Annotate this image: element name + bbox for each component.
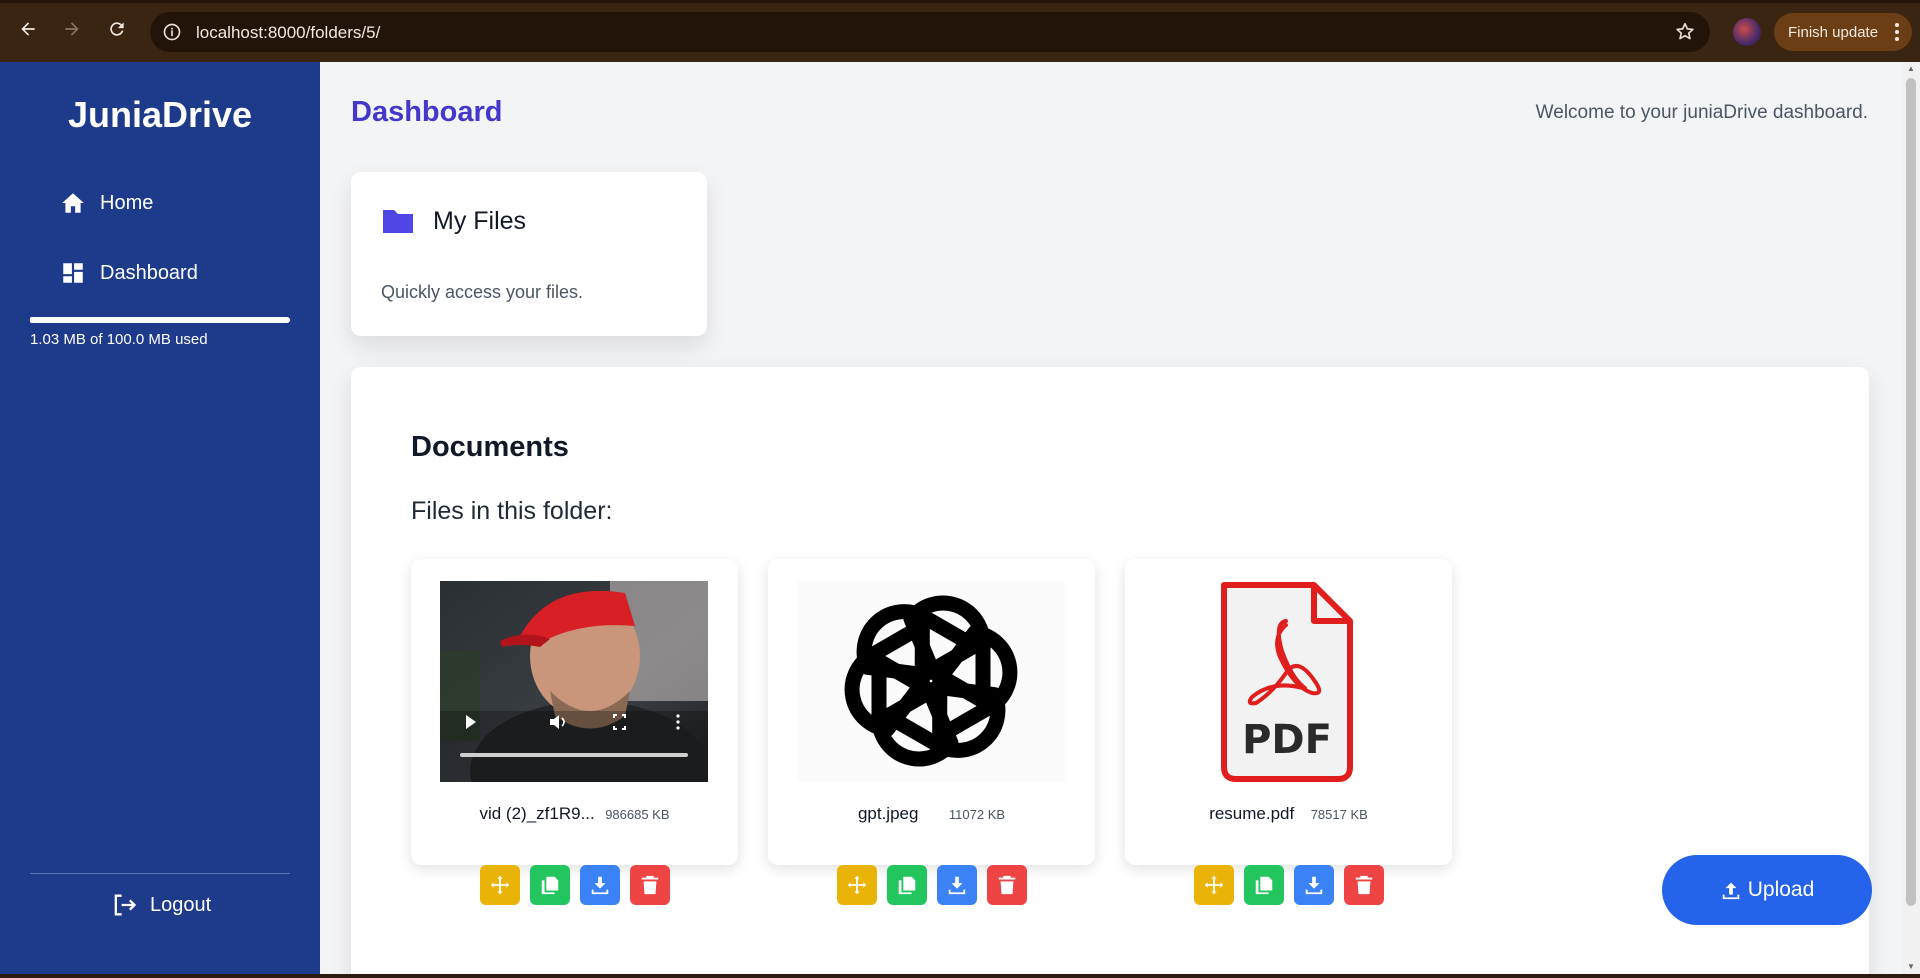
url-text[interactable]: localhost:8000/folders/5/ — [196, 23, 380, 43]
file-name: resume.pdf — [1209, 804, 1295, 823]
finish-update-button[interactable]: Finish update — [1774, 13, 1912, 51]
move-button[interactable] — [836, 865, 877, 905]
delete-button[interactable] — [986, 865, 1027, 905]
copy-icon — [541, 876, 558, 895]
logout-icon — [114, 894, 137, 916]
sidebar-divider — [30, 873, 290, 874]
documents-panel: Documents Files in this folder: vid (2)_… — [351, 367, 1869, 974]
browser-toolbar: localhost:8000/folders/5/ Finish update — [0, 0, 1920, 62]
file-actions — [768, 865, 1095, 905]
file-size: 78517 KB — [1310, 807, 1368, 822]
file-actions — [411, 865, 738, 905]
file-meta: gpt.jpeg 11072 KB — [768, 804, 1095, 824]
logout-button[interactable]: Logout — [110, 888, 211, 922]
delete-button[interactable] — [629, 865, 670, 905]
download-icon — [948, 876, 965, 895]
documents-subtitle: Files in this folder: — [411, 497, 613, 525]
sidebar-item-label: Home — [100, 191, 154, 214]
forward-button[interactable] — [58, 15, 86, 43]
documents-title: Documents — [411, 431, 569, 463]
bookmark-star-icon[interactable] — [1674, 21, 1696, 43]
copy-button[interactable] — [1243, 865, 1284, 905]
move-arrows-icon — [1204, 875, 1223, 895]
file-meta: resume.pdf 78517 KB — [1125, 804, 1452, 824]
file-card[interactable]: vid (2)_zf1R9... 986685 KB — [411, 559, 738, 905]
move-button[interactable] — [479, 865, 520, 905]
sidebar-item-label: Dashboard — [100, 261, 198, 284]
trash-icon — [998, 875, 1015, 895]
home-icon — [62, 193, 84, 213]
video-player[interactable] — [440, 581, 708, 782]
scrollbar-thumb[interactable] — [1906, 78, 1916, 906]
brand-logo[interactable]: JuniaDrive — [0, 94, 320, 136]
download-icon — [1305, 876, 1322, 895]
copy-button[interactable] — [886, 865, 927, 905]
more-vert-icon — [1895, 23, 1899, 41]
download-icon — [591, 876, 608, 895]
page-scrollbar[interactable]: ▲ ▼ — [1902, 62, 1920, 974]
page-viewport: JuniaDrive Home Dashboard 1.03 MB of 100… — [0, 62, 1920, 974]
reload-button[interactable] — [103, 15, 131, 43]
profile-avatar[interactable] — [1733, 18, 1761, 46]
pdf-label: PDF — [1242, 717, 1332, 763]
move-arrows-icon — [490, 875, 509, 895]
scroll-up-arrow-icon[interactable]: ▲ — [1906, 64, 1916, 74]
delete-button[interactable] — [1343, 865, 1384, 905]
download-button[interactable] — [579, 865, 620, 905]
more-options-icon[interactable] — [676, 714, 680, 730]
video-progress-bar[interactable] — [460, 753, 688, 757]
scroll-down-arrow-icon[interactable]: ▼ — [1906, 962, 1916, 972]
openai-logo — [797, 581, 1065, 782]
my-files-card[interactable]: My Files Quickly access your files. — [351, 172, 707, 336]
file-meta: vid (2)_zf1R9... 986685 KB — [411, 804, 738, 824]
page-title: Dashboard — [351, 96, 503, 128]
storage-progress-bar — [30, 317, 290, 323]
back-button[interactable] — [14, 15, 42, 43]
upload-label: Upload — [1747, 878, 1815, 901]
copy-icon — [1255, 876, 1272, 895]
site-info-icon[interactable] — [162, 22, 182, 42]
sidebar: JuniaDrive Home Dashboard 1.03 MB of 100… — [0, 62, 320, 974]
welcome-text: Welcome to your juniaDrive dashboard. — [1535, 102, 1868, 123]
file-name: gpt.jpeg — [857, 804, 919, 823]
my-files-title: My Files — [433, 206, 527, 235]
logout-label: Logout — [150, 893, 212, 916]
file-name: vid (2)_zf1R9... — [479, 804, 595, 823]
file-card[interactable]: gpt.jpeg 11072 KB — [768, 559, 1095, 905]
file-size: 986685 KB — [605, 807, 670, 822]
my-files-header: My Files — [381, 206, 526, 236]
move-button[interactable] — [1193, 865, 1234, 905]
arrow-right-icon — [65, 22, 79, 36]
pdf-thumbnail[interactable]: PDF — [1154, 581, 1422, 782]
download-button[interactable] — [936, 865, 977, 905]
sidebar-item-home[interactable]: Home — [60, 186, 153, 220]
trash-icon — [641, 875, 658, 895]
download-button[interactable] — [1293, 865, 1334, 905]
pdf-file-icon: PDF — [1154, 581, 1422, 782]
move-arrows-icon — [847, 875, 866, 895]
video-thumbnail[interactable] — [440, 581, 708, 782]
storage-progress-fill — [30, 317, 33, 323]
file-size: 11072 KB — [948, 807, 1006, 822]
copy-icon — [898, 876, 915, 895]
reload-icon — [110, 22, 124, 36]
tab-strip-edge — [0, 0, 1920, 3]
dashboard-icon — [63, 263, 83, 283]
file-actions — [1125, 865, 1452, 905]
image-thumbnail[interactable] — [797, 581, 1065, 782]
upload-icon — [1722, 882, 1739, 900]
finish-update-label: Finish update — [1788, 23, 1879, 41]
trash-icon — [1355, 875, 1372, 895]
arrow-left-icon — [21, 22, 35, 36]
address-bar[interactable]: localhost:8000/folders/5/ — [150, 12, 1710, 52]
upload-button[interactable]: Upload — [1662, 855, 1872, 925]
folder-icon — [383, 210, 413, 233]
file-card[interactable]: PDF resume.pdf 78517 KB — [1125, 559, 1452, 905]
copy-button[interactable] — [529, 865, 570, 905]
storage-usage-text: 1.03 MB of 100.0 MB used — [30, 331, 208, 348]
sidebar-item-dashboard[interactable]: Dashboard — [60, 256, 198, 290]
my-files-description: Quickly access your files. — [381, 282, 584, 302]
